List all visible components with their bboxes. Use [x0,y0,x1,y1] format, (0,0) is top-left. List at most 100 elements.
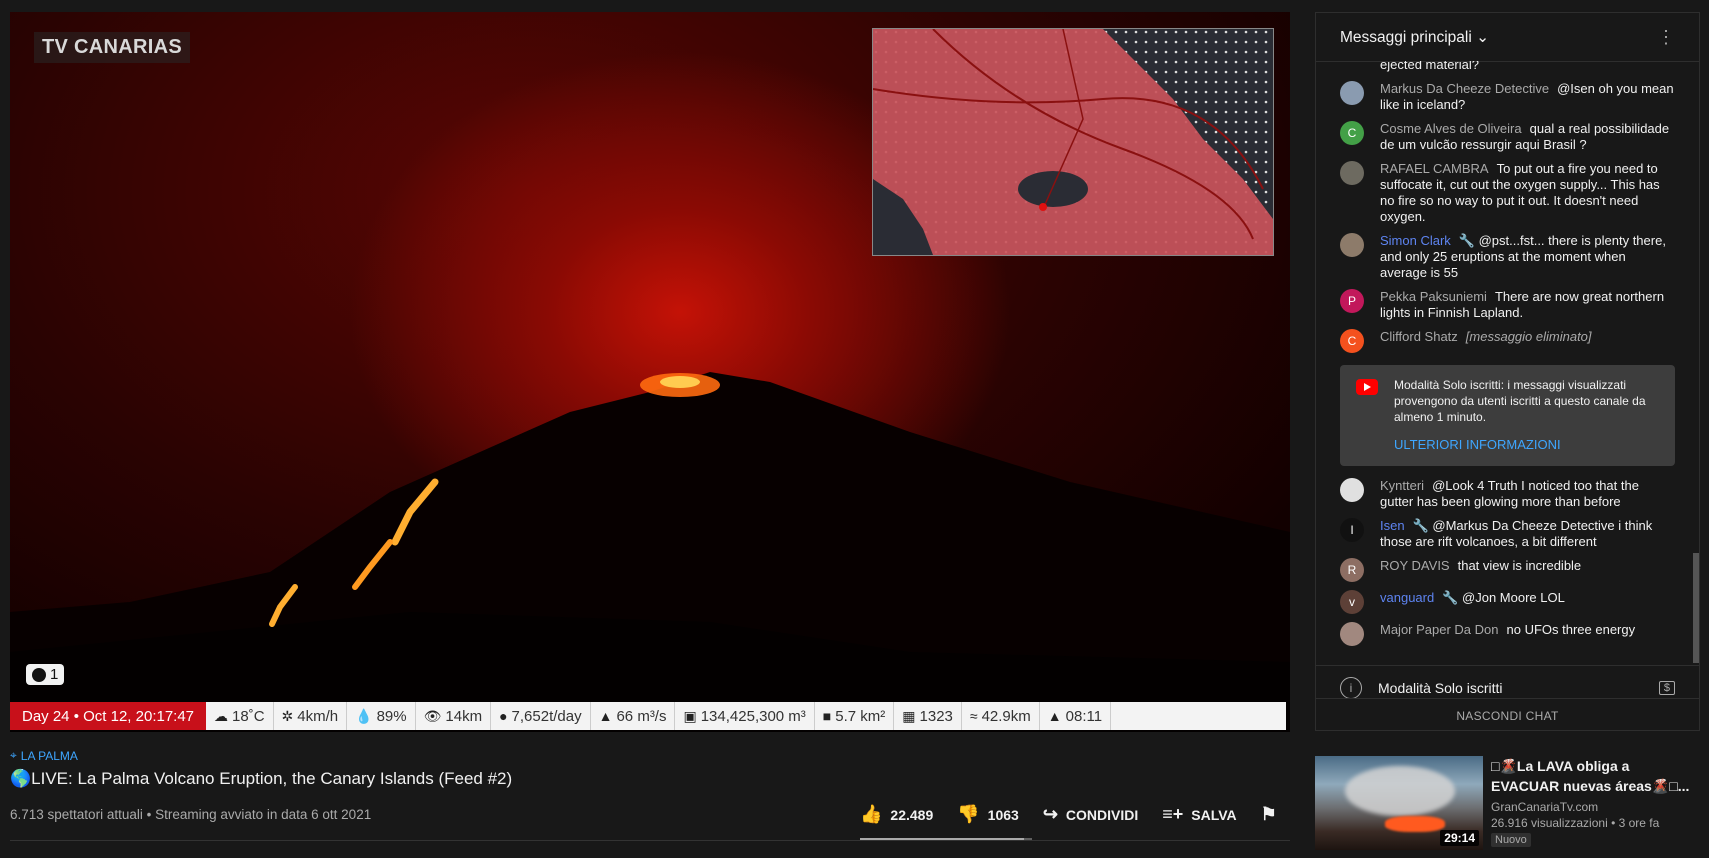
location-pin-icon: ⌖ [10,748,17,762]
chat-message: Simon Clark 🔧 @pst...fst... there is plen… [1316,229,1699,285]
share-button[interactable]: ↪ CONDIVIDI [1043,804,1138,825]
chat-message-body: Markus Da Cheeze Detective @Isen oh you m… [1380,81,1675,113]
camera-icon [32,667,46,682]
stats-ticker: Day 24 • Oct 12, 20:17:47 ☁ 18˚C ✲ 4km/h 💧… [10,702,1286,730]
chat-message-group: Kyntteri @Look 4 Truth I noticed too that… [1316,474,1699,650]
chat-text: that view is incredible [1457,558,1582,573]
chat-author[interactable]: Isen [1380,518,1405,533]
youtube-icon [1356,379,1378,395]
share-label: CONDIVIDI [1065,806,1139,823]
chat-message-group: Markus Da Cheeze Detective @Isen oh you m… [1316,77,1699,357]
chat-message-body: vanguard 🔧 @Jon Moore LOL [1380,590,1565,606]
chat-mode-label: Messaggi principali [1340,28,1472,46]
stat-so2: 7,652t/day [511,707,582,725]
recommended-views: 26.916 visualizzazioni • 3 ore fa [1491,816,1660,830]
video-thumbnail[interactable]: 29:14 [1315,756,1483,850]
location-link[interactable]: ⌖ LA PALMA [10,748,1290,763]
super-chat-icon[interactable]: $ [1658,681,1675,695]
area-icon: ■ [822,708,832,724]
chat-message: Markus Da Cheeze Detective @Isen oh you m… [1316,77,1699,117]
chat-header: Messaggi principali ⌄ ⋮ [1316,13,1699,62]
chat-message: R ROY DAVIS that view is incredible [1316,554,1699,586]
video-player[interactable]: TV CANARIAS 1 Day 24 • Oct 12, 20:17:47 … [10,12,1290,732]
chat-author[interactable]: Cosme Alves de Oliveira [1380,121,1522,136]
chat-scrollbar[interactable] [1693,553,1699,663]
save-button[interactable]: ≡+ SALVA [1162,804,1236,825]
chat-message-body: Major Paper Da Don no UFOs three energy [1380,622,1635,638]
lava-flow-map [872,28,1274,256]
avatar[interactable] [1340,622,1364,646]
chat-message: Kyntteri @Look 4 Truth I noticed too that… [1316,474,1699,514]
avatar[interactable]: v [1340,590,1364,614]
recommended-channel[interactable]: GranCanariaTv.com [1491,800,1701,814]
video-meta: ⌖ LA PALMA 🌎LIVE: La Palma Volcano Erupt… [10,748,1290,840]
humidity-icon: 💧 [355,707,373,724]
info-icon[interactable]: i [1340,677,1362,699]
chat-message-body: Pekka Paksuniemi There are now great nort… [1380,289,1675,321]
chat-author[interactable]: Clifford Shatz [1380,329,1458,344]
thumbs-down-icon: 👎 [957,804,980,824]
chat-message-body: ROY DAVIS that view is incredible [1380,558,1581,574]
chat-message: P Pekka Paksuniemi There are now great nor… [1316,285,1699,325]
like-button[interactable]: 👍 22.489 [860,804,933,825]
avatar[interactable] [1340,161,1364,185]
chat-author[interactable]: Pekka Paksuniemi [1380,289,1487,304]
chat-message-body: Isen 🔧 @Markus Da Cheeze Detective i thin… [1380,518,1675,550]
chat-message: RAFAEL CAMBRA To put out a fire you need … [1316,157,1699,229]
stat-wind: 4km/h [297,707,339,725]
avatar[interactable] [1340,233,1364,257]
avatar[interactable] [1340,478,1364,502]
location-label: LA PALMA [20,748,78,763]
chat-author[interactable]: Markus Da Cheeze Detective [1380,81,1549,96]
share-icon: ↪ [1042,804,1058,824]
evacuation-icon: ▲ [1047,708,1062,724]
stat-humidity: 89% [376,707,407,725]
chat-message-body: Kyntteri @Look 4 Truth I noticed too that… [1380,478,1675,510]
eye-icon: 👁 [423,707,442,724]
video-title: 🌎LIVE: La Palma Volcano Eruption, the Ca… [10,769,513,788]
moderator-wrench-icon: 🔧 [1412,518,1433,533]
stat-flow: 66 m³/s [616,707,667,725]
more-options-icon[interactable]: ⋮ [1657,27,1675,48]
chat-text: [messaggio eliminato] [1465,329,1592,344]
avatar[interactable]: R [1340,558,1364,582]
stat-area: 5.7 km² [835,707,886,725]
wind-icon: ✲ [281,707,294,724]
chat-author[interactable]: Major Paper Da Don [1380,622,1499,637]
chat-message: v vanguard 🔧 @Jon Moore LOL [1316,586,1699,618]
thumbs-up-icon: 👍 [860,804,883,824]
avatar[interactable]: I [1340,518,1364,542]
flag-icon: ⚑ [1260,804,1277,824]
chat-author[interactable]: Simon Clark [1380,233,1451,248]
save-label: SALVA [1191,806,1237,823]
chat-mode-dropdown[interactable]: Messaggi principali ⌄ [1340,28,1489,47]
hide-chat-button[interactable]: NASCONDI CHAT [1315,698,1700,733]
buildings-icon: ▦ [902,707,916,724]
chat-author[interactable]: RAFAEL CAMBRA [1380,161,1489,176]
stat-temperature: 18˚C [232,707,265,725]
avatar[interactable]: P [1340,289,1364,313]
chat-text: @Jon Moore LOL [1462,590,1565,605]
chat-message: Major Paper Da Don no UFOs three energy [1316,618,1699,650]
chevron-down-icon: ⌄ [1476,28,1490,46]
live-chat: Messaggi principali ⌄ ⋮ ejected material… [1315,12,1700,731]
more-info-link[interactable]: ULTERIORI INFORMAZIONI [1394,437,1659,452]
recommended-title[interactable]: □🌋La LAVA obliga a EVACUAR nuevas áreas🌋… [1491,756,1701,796]
chat-author[interactable]: vanguard [1380,590,1434,605]
dislike-count: 1063 [987,806,1019,823]
channel-watermark: TV CANARIAS [34,32,190,63]
avatar[interactable]: C [1340,121,1364,145]
chat-author[interactable]: ROY DAVIS [1380,558,1450,573]
camera-switch-button[interactable]: 1 [26,664,65,685]
recommended-video[interactable]: 29:14 □🌋La LAVA obliga a EVACUAR nuevas … [1315,756,1705,852]
report-button[interactable]: ⚑ [1261,804,1277,825]
action-bar: 👍 22.489 👎 1063 ↪ CONDIVIDI ≡+ SALVA ⚑ [860,804,1301,825]
chat-author[interactable]: Kyntteri [1380,478,1424,493]
moderator-wrench-icon: 🔧 [1458,233,1479,248]
avatar[interactable]: C [1340,329,1364,353]
avatar[interactable] [1340,81,1364,105]
chat-message-partial: ejected material? [1316,61,1699,77]
dislike-button[interactable]: 👎 1063 [957,804,1019,825]
chat-message-body: Cosme Alves de Oliveira qual a real possi… [1380,121,1675,153]
chat-messages[interactable]: ejected material? Markus Da Cheeze Detec… [1316,61,1699,665]
